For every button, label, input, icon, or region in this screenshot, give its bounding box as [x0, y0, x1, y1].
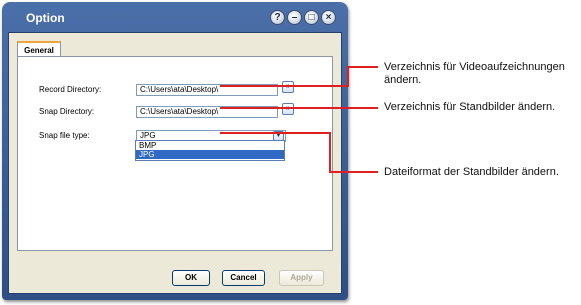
callout-lines [220, 66, 378, 173]
annotation-snap: Verzeichnis für Standbilder ändern. [384, 101, 556, 113]
annotation-record: Verzeichnis für Videoaufzeichnungen ände… [384, 61, 565, 86]
callout-line-record [220, 66, 378, 87]
annotation-filetype: Dateiformat der Standbilder ändern. [384, 166, 559, 178]
callout-line-filetype [220, 132, 378, 173]
